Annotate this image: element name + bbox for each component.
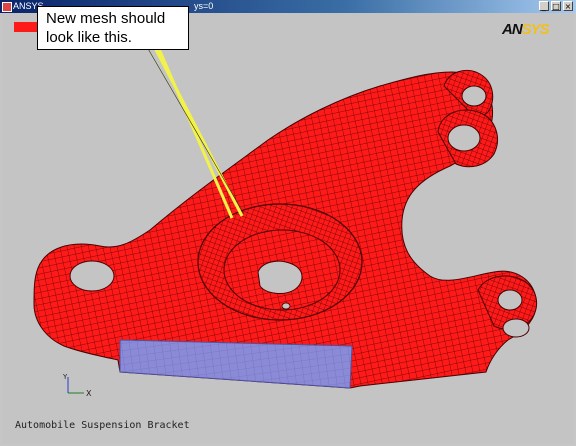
callout-line-2: look like this. [46,29,132,46]
right-lug-hole-2 [502,318,530,338]
ansys-graphics-window: ANSYS ys=0 _ □ × ANSYS New mesh should l… [0,0,576,446]
small-hole [281,302,291,310]
coordinate-triad: X Y [62,373,92,397]
selected-bottom-face [119,339,353,389]
left-mount-hole [69,260,115,292]
top-lug-hole [461,85,487,107]
model-caption: Automobile Suspension Bracket [15,420,190,431]
callout-line-1: New mesh should [46,10,166,27]
callout-pointer-line-3 [135,27,245,215]
callout-pointer-line-2 [148,37,244,217]
triad-y-label: Y [62,373,68,381]
central-hole [257,260,303,294]
right-lug-hole [497,289,523,311]
callout-note: New mesh should look like this. [37,6,189,50]
upper-lug-hole [447,124,481,152]
triad-x-label: X [86,389,92,397]
